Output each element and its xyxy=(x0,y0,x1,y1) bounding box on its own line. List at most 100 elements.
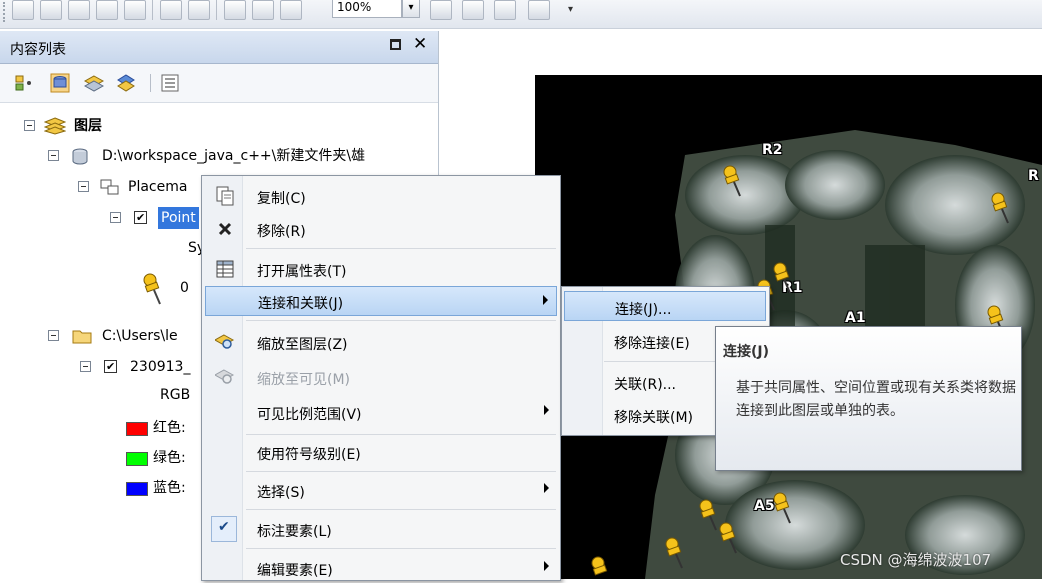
zoom-to-selected-button[interactable] xyxy=(160,0,182,20)
zoom-out-fixed-button[interactable] xyxy=(40,0,62,20)
map-label-r: R xyxy=(1028,168,1039,184)
refresh-button[interactable] xyxy=(280,0,302,20)
band-green-row: 绿色: xyxy=(0,447,200,469)
red-band-label: 红色: xyxy=(153,420,186,436)
points-symbol-row[interactable]: 0 xyxy=(0,273,200,305)
database-icon xyxy=(72,148,88,165)
pushpin-icon[interactable] xyxy=(988,191,1014,225)
menu-item-selection[interactable]: 选择(S) xyxy=(205,475,557,505)
list-by-drawing-order-icon[interactable] xyxy=(14,73,34,93)
toolbar-separator xyxy=(152,0,153,20)
menu-item-copy[interactable]: 复制(C) xyxy=(205,181,557,211)
collapse-icon[interactable] xyxy=(24,120,35,131)
folder-icon xyxy=(72,330,92,344)
menu-item-joins-relates[interactable]: 连接和关联(J) xyxy=(205,286,557,316)
pushpin-icon xyxy=(143,273,161,305)
zoom-dropdown-button[interactable]: ▾ xyxy=(402,0,420,18)
close-icon[interactable]: ✕ xyxy=(413,34,427,54)
toc-header: 内容列表 ✕ xyxy=(0,31,438,64)
layers-root-label: 图层 xyxy=(74,118,102,134)
zoom-level-input[interactable]: 100% xyxy=(332,0,402,18)
band-red-row: 红色: xyxy=(0,417,200,439)
go-back-button[interactable] xyxy=(188,0,210,20)
toggle-draft-button[interactable] xyxy=(462,0,484,20)
collapse-icon[interactable] xyxy=(110,212,121,223)
menu-item-label-features[interactable]: ✔ 标注要素(L) xyxy=(205,514,557,544)
points-layer-label[interactable]: Point xyxy=(158,207,199,229)
menu-item-remove[interactable]: 移除(R) xyxy=(205,214,557,244)
symbol-value-label: 0 xyxy=(180,280,189,296)
fixed-zoom-button[interactable] xyxy=(124,0,146,20)
green-swatch xyxy=(126,452,148,466)
raster-visibility-checkbox[interactable] xyxy=(104,356,117,378)
menu-item-open-attribute-table[interactable]: 打开属性表(T) xyxy=(205,254,557,284)
menu-item-label: 使用符号级别(E) xyxy=(257,447,361,463)
submenu-arrow-icon xyxy=(544,483,549,493)
menu-item-label: 选择(S) xyxy=(257,485,305,501)
pushpin-icon[interactable] xyxy=(720,164,746,198)
collapse-icon[interactable] xyxy=(78,181,89,192)
map-label-a1: A1 xyxy=(845,310,866,326)
attribute-table-icon xyxy=(216,260,234,278)
tree-node-folder[interactable]: C:\Users\le xyxy=(0,325,200,347)
restore-icon[interactable] xyxy=(390,39,401,50)
data-driven-pages-button[interactable] xyxy=(528,0,550,20)
menu-separator xyxy=(246,434,556,435)
list-by-visibility-icon[interactable] xyxy=(84,73,104,93)
menu-item-zoom-to-layer[interactable]: 缩放至图层(Z) xyxy=(205,327,557,357)
layers-icon xyxy=(44,117,66,135)
tree-node-raster[interactable]: 230913_ xyxy=(0,356,200,378)
menu-item-label: 标注要素(L) xyxy=(257,524,332,540)
collapse-icon[interactable] xyxy=(48,330,59,341)
zoom-to-visible-icon xyxy=(215,369,235,384)
zoom-in-fixed-button[interactable] xyxy=(12,0,34,20)
pushpin-icon[interactable] xyxy=(770,491,796,525)
feature-dataset-icon xyxy=(100,179,119,195)
list-by-source-icon[interactable] xyxy=(50,73,70,93)
previous-extent-button[interactable] xyxy=(224,0,246,20)
menu-item-zoom-to-visible[interactable]: 缩放至可见(M) xyxy=(205,362,557,392)
next-extent-button[interactable] xyxy=(252,0,274,20)
pushpin-icon[interactable] xyxy=(662,536,688,570)
submenu-arrow-icon xyxy=(544,405,549,415)
toolbar-grip[interactable] xyxy=(3,2,8,22)
blue-swatch xyxy=(126,482,148,496)
change-layout-button[interactable] xyxy=(494,0,516,20)
rgb-label: RGB xyxy=(160,387,191,403)
layout-view-button[interactable] xyxy=(430,0,452,20)
tree-node-placemarks[interactable]: Placema xyxy=(0,176,200,198)
gdb-path-label: D:\workspace_java_c++\新建文件夹\雄 xyxy=(102,148,366,164)
main-toolbar: 100% ▾ ▾ xyxy=(0,0,1042,29)
menu-separator xyxy=(246,548,556,549)
pushpin-icon[interactable] xyxy=(588,555,614,579)
full-extent-button[interactable] xyxy=(96,0,118,20)
options-icon[interactable] xyxy=(160,73,180,93)
toolbar-separator xyxy=(150,74,151,92)
menu-separator xyxy=(246,248,556,249)
menu-separator xyxy=(246,509,556,510)
tooltip-title: 连接(J) xyxy=(723,344,770,360)
pushpin-icon[interactable] xyxy=(716,521,742,555)
tree-node-layers[interactable]: 图层 xyxy=(0,115,438,137)
join-tooltip: 连接(J) 基于共同属性、空间位置或现有关系类将数据连接到此图层或单独的表。 xyxy=(715,326,1022,471)
menu-item-join[interactable]: 连接(J)... xyxy=(564,291,766,321)
red-swatch xyxy=(126,422,148,436)
toolbar-overflow-icon[interactable]: ▾ xyxy=(568,4,573,15)
menu-separator xyxy=(246,320,556,321)
pan-button[interactable] xyxy=(68,0,90,20)
tree-node-gdb[interactable]: D:\workspace_java_c++\新建文件夹\雄 xyxy=(0,145,438,167)
menu-item-label: 缩放至图层(Z) xyxy=(257,337,348,353)
collapse-icon[interactable] xyxy=(80,361,91,372)
toc-title: 内容列表 xyxy=(10,42,66,58)
list-by-selection-icon[interactable] xyxy=(116,73,136,93)
raster-layer-label[interactable]: 230913_ xyxy=(130,356,190,378)
tree-node-points[interactable]: Point xyxy=(0,207,200,229)
menu-item-visible-scale-range[interactable]: 可见比例范围(V) xyxy=(205,397,557,427)
menu-item-use-symbol-levels[interactable]: 使用符号级别(E) xyxy=(205,437,557,467)
collapse-icon[interactable] xyxy=(48,150,59,161)
menu-item-label: 复制(C) xyxy=(257,191,306,207)
points-visibility-checkbox[interactable] xyxy=(134,207,147,229)
toc-toolbar xyxy=(0,64,438,103)
menu-item-label: 移除连接(E) xyxy=(614,336,690,352)
menu-separator xyxy=(246,471,556,472)
